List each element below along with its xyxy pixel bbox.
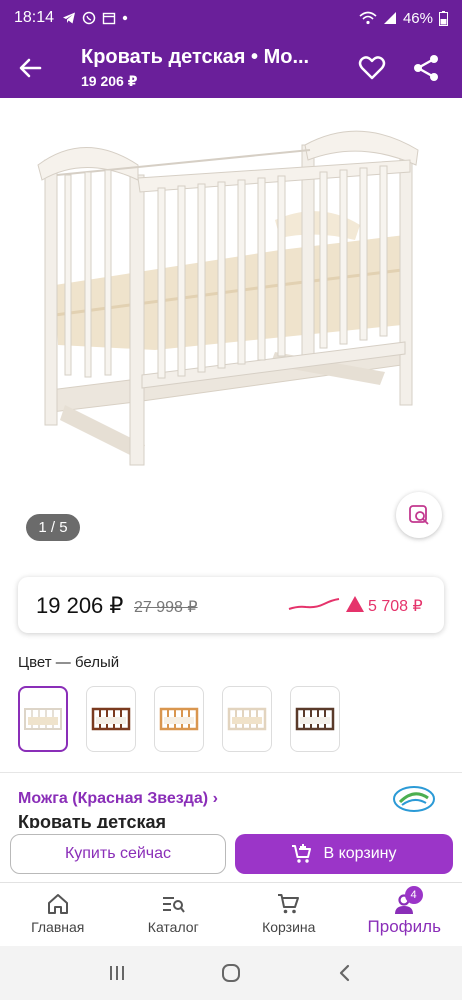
back-system-icon[interactable] — [335, 963, 355, 983]
arrow-left-icon — [19, 58, 42, 78]
price-card[interactable]: 19 206 ₽ 27 998 ₽ 5 708 ₽ — [18, 577, 444, 633]
price-trend-icon — [288, 598, 340, 610]
swatch-walnut[interactable] — [86, 686, 136, 752]
battery-icon — [439, 10, 448, 26]
battery-percent: 46% — [402, 9, 433, 27]
app-bar: Кровать детская • Мо... 19 206 ₽ — [0, 36, 462, 98]
current-price: 19 206 ₽ — [36, 593, 124, 618]
color-label: Цвет — белый — [18, 654, 120, 671]
catalog-search-icon — [163, 897, 186, 913]
crib-product-image — [37, 130, 419, 466]
wifi-icon — [359, 11, 377, 25]
cart-plus-icon — [292, 844, 312, 863]
back-button[interactable] — [14, 52, 46, 84]
crib-thumb-brown — [295, 707, 335, 731]
recent-apps-icon[interactable] — [107, 963, 127, 983]
image-counter: 1 / 5 — [26, 514, 80, 541]
swatch-white[interactable] — [18, 686, 68, 752]
home-icon — [47, 894, 68, 914]
nav-home[interactable]: Главная — [0, 883, 116, 946]
telegram-icon — [63, 12, 76, 24]
add-to-cart-label: В корзину — [323, 845, 397, 862]
cart-icon — [277, 894, 299, 914]
clock: 18:14 — [14, 9, 55, 26]
crib-thumb-ivory — [227, 707, 267, 731]
crib-thumb-natural — [159, 707, 199, 731]
signal-icon — [383, 12, 396, 24]
share-icon — [414, 55, 438, 81]
nav-cart-label: Корзина — [262, 919, 316, 935]
home-button-icon[interactable] — [220, 962, 242, 984]
add-to-cart-button[interactable]: В корзину — [235, 834, 453, 874]
swatch-ivory[interactable] — [222, 686, 272, 752]
viber-icon — [82, 11, 96, 25]
share-button[interactable] — [410, 52, 442, 84]
section-divider — [0, 772, 462, 773]
nav-catalog[interactable]: Каталог — [116, 883, 232, 946]
nav-cart[interactable]: Корзина — [231, 883, 347, 946]
calendar-icon — [102, 12, 116, 25]
old-price: 27 998 ₽ — [134, 599, 198, 616]
system-navigation — [0, 946, 462, 1000]
product-name: Кровать детская — [18, 812, 167, 828]
profile-badge: 4 — [404, 886, 423, 904]
crib-thumb-walnut — [91, 707, 131, 731]
brand-logo[interactable] — [392, 784, 436, 814]
dot-icon — [122, 15, 128, 21]
crib-thumb-white — [24, 708, 62, 730]
image-search-icon — [409, 505, 429, 525]
buy-now-button[interactable]: Купить сейчас — [10, 834, 226, 874]
favorite-button[interactable] — [356, 52, 388, 84]
bottom-navigation: Главная Каталог Корзина 4 Профиль — [0, 882, 462, 946]
header-price: 19 206 ₽ — [81, 73, 138, 89]
status-bar: 18:14 46% — [0, 0, 462, 36]
notification-icons — [62, 11, 128, 25]
brand-link[interactable]: Можга (Красная Звезда) › — [18, 790, 218, 808]
heart-icon — [358, 56, 386, 80]
page-title: Кровать детская • Мо... — [81, 46, 310, 68]
nav-profile[interactable]: 4 Профиль — [347, 883, 462, 946]
color-swatches — [18, 686, 340, 752]
visual-search-button[interactable] — [396, 492, 442, 538]
swatch-natural[interactable] — [154, 686, 204, 752]
nav-profile-label: Профиль — [367, 917, 441, 936]
nav-catalog-label: Каталог — [147, 919, 199, 935]
swatch-brown[interactable] — [290, 686, 340, 752]
nav-home-label: Главная — [31, 919, 85, 935]
price-up-triangle-icon — [346, 596, 364, 612]
product-gallery[interactable]: 1 / 5 — [0, 98, 462, 558]
price-difference: 5 708 ₽ — [368, 598, 423, 615]
